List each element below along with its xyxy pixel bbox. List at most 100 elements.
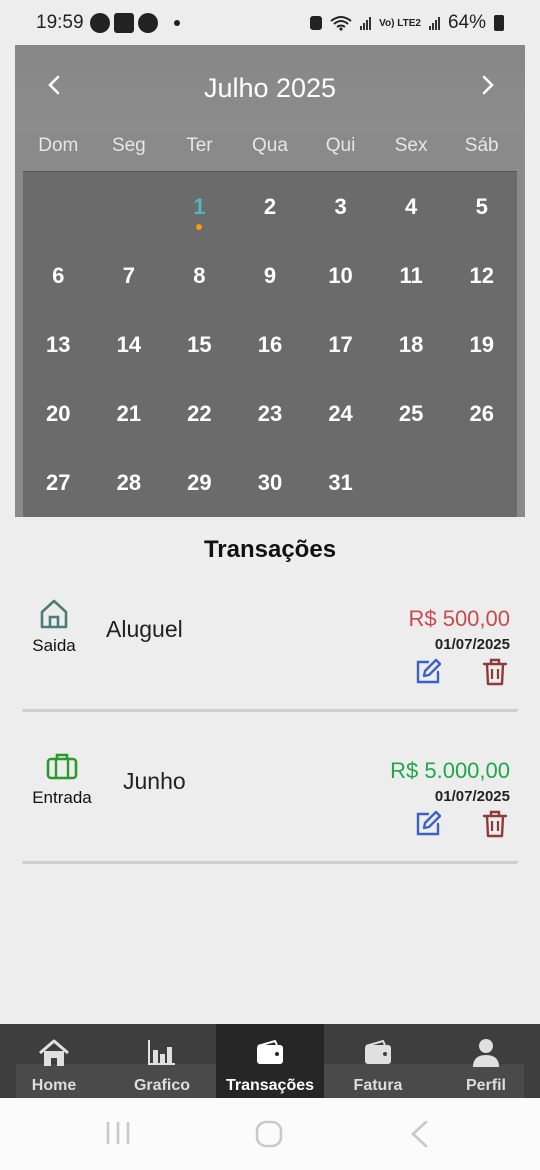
nav-fatura-label: Fatura xyxy=(353,1077,403,1094)
back-icon[interactable] xyxy=(408,1120,430,1148)
bar-chart-icon xyxy=(148,1040,175,1065)
home-button-icon[interactable] xyxy=(255,1120,283,1148)
day-cell-31[interactable]: 31 xyxy=(305,448,376,517)
system-navigation-bar xyxy=(0,1098,540,1170)
nav-transacoes[interactable]: Transações xyxy=(216,1024,324,1098)
transaction-amount: R$ 5.000,00 xyxy=(390,758,510,783)
more-notifications-icon xyxy=(173,20,180,26)
next-month-button[interactable] xyxy=(473,71,501,99)
nav-perfil[interactable]: Perfil xyxy=(432,1024,540,1098)
transaction-amount: R$ 500,00 xyxy=(408,606,510,631)
day-cell-18[interactable]: 18 xyxy=(376,310,447,379)
transactions-title: Transações xyxy=(203,536,337,563)
nav-fatura[interactable]: Fatura xyxy=(324,1024,432,1098)
weekday-header: Dom Seg Ter Qua Qui Sex Sáb xyxy=(23,135,517,157)
status-right: Vo) LTE2 64% xyxy=(310,12,504,34)
day-number: 28 xyxy=(116,470,142,495)
day-cell-2[interactable]: 2 xyxy=(235,172,306,241)
day-cell-13[interactable]: 13 xyxy=(23,310,94,379)
trash-icon[interactable] xyxy=(482,810,508,838)
home-icon xyxy=(39,1039,69,1066)
status-bar: 19:59 Vo) LTE2 64% xyxy=(0,0,540,46)
briefcase-icon xyxy=(46,753,78,780)
day-number: 8 xyxy=(193,263,206,288)
day-number: 16 xyxy=(257,332,283,357)
nav-home-label: Home xyxy=(31,1077,77,1094)
day-cell-23[interactable]: 23 xyxy=(235,379,306,448)
weekday-label: Dom xyxy=(38,135,79,156)
day-cell-7[interactable]: 7 xyxy=(94,241,165,310)
day-cell-3[interactable]: 3 xyxy=(305,172,376,241)
day-number: 31 xyxy=(328,470,353,495)
day-cell-6[interactable]: 6 xyxy=(23,241,94,310)
day-cell-4[interactable]: 4 xyxy=(376,172,447,241)
day-number: 24 xyxy=(328,401,353,426)
transaction-description: Aluguel xyxy=(106,616,183,642)
day-cell-12[interactable]: 12 xyxy=(446,241,517,310)
nav-home[interactable]: Home xyxy=(0,1024,108,1098)
day-cell-27[interactable]: 27 xyxy=(23,448,94,517)
battery-saver-icon xyxy=(310,16,323,30)
day-cell-28[interactable]: 28 xyxy=(94,448,165,517)
day-number: 6 xyxy=(52,263,65,288)
day-number: 27 xyxy=(46,470,71,495)
day-cell-10[interactable]: 10 xyxy=(305,241,376,310)
weekday-label: Sáb xyxy=(464,135,499,156)
day-cell-9[interactable]: 9 xyxy=(235,241,306,310)
day-cell-22[interactable]: 22 xyxy=(164,379,235,448)
edit-icon[interactable] xyxy=(414,810,442,838)
day-cell-16[interactable]: 16 xyxy=(235,310,306,379)
battery-percent: 64% xyxy=(447,12,486,33)
day-cell-24[interactable]: 24 xyxy=(305,379,376,448)
recent-apps-icon[interactable] xyxy=(104,1120,132,1146)
transaction-item[interactable]: Saida Aluguel R$ 500,00 01/07/2025 xyxy=(22,592,518,712)
day-cell-26[interactable]: 26 xyxy=(446,379,517,448)
day-cell-15[interactable]: 15 xyxy=(164,310,235,379)
day-number: 25 xyxy=(398,401,424,426)
day-cell-21[interactable]: 21 xyxy=(94,379,165,448)
day-number: 19 xyxy=(469,332,494,357)
transaction-item[interactable]: Entrada Junho R$ 5.000,00 01/07/2025 xyxy=(22,744,518,864)
day-number: 1 xyxy=(193,194,206,219)
day-number: 21 xyxy=(116,401,142,426)
day-number: 13 xyxy=(46,332,71,357)
day-cell-25[interactable]: 25 xyxy=(376,379,447,448)
day-cell-11[interactable]: 11 xyxy=(376,241,447,310)
day-cell-17[interactable]: 17 xyxy=(305,310,376,379)
day-number: 18 xyxy=(398,332,424,357)
day-number: 2 xyxy=(263,194,277,219)
trash-icon[interactable] xyxy=(482,658,508,686)
day-number: 23 xyxy=(257,401,283,426)
transaction-date: 01/07/2025 xyxy=(434,788,510,805)
day-number: 11 xyxy=(399,263,423,288)
day-number: 20 xyxy=(46,401,71,426)
day-cell-8[interactable]: 8 xyxy=(164,241,235,310)
transaction-date: 01/07/2025 xyxy=(434,636,510,653)
day-cell-30[interactable]: 30 xyxy=(235,448,306,517)
wallet-icon xyxy=(257,1040,283,1064)
house-icon xyxy=(40,599,68,629)
day-cell-19[interactable]: 19 xyxy=(446,310,517,379)
weekday-label: Qua xyxy=(252,135,288,156)
wifi-icon xyxy=(330,16,352,31)
edit-icon[interactable] xyxy=(414,658,442,686)
transaction-type-label: Saida xyxy=(32,636,76,655)
day-cell-1[interactable]: 1 xyxy=(164,172,235,241)
nav-grafico[interactable]: Grafico xyxy=(108,1024,216,1098)
day-cell-5[interactable]: 5 xyxy=(446,172,517,241)
day-cell-14[interactable]: 14 xyxy=(94,310,165,379)
day-number: 4 xyxy=(405,194,418,219)
day-cell-29[interactable]: 29 xyxy=(164,448,235,517)
day-number: 26 xyxy=(469,401,494,426)
whatsapp-icon xyxy=(137,13,158,33)
person-icon xyxy=(473,1039,499,1067)
day-cell-20[interactable]: 20 xyxy=(23,379,94,448)
volte-label: Vo) LTE2 xyxy=(379,17,421,29)
bottom-navigation: Home Grafico Transações Fatura Perfil xyxy=(0,1024,540,1098)
day-number: 14 xyxy=(116,332,142,357)
transaction-type-label: Entrada xyxy=(32,788,92,807)
nav-perfil-label: Perfil xyxy=(465,1077,506,1094)
battery-icon xyxy=(494,15,504,31)
status-time: 19:59 xyxy=(36,12,84,33)
month-title: Julho 2025 xyxy=(203,73,337,103)
